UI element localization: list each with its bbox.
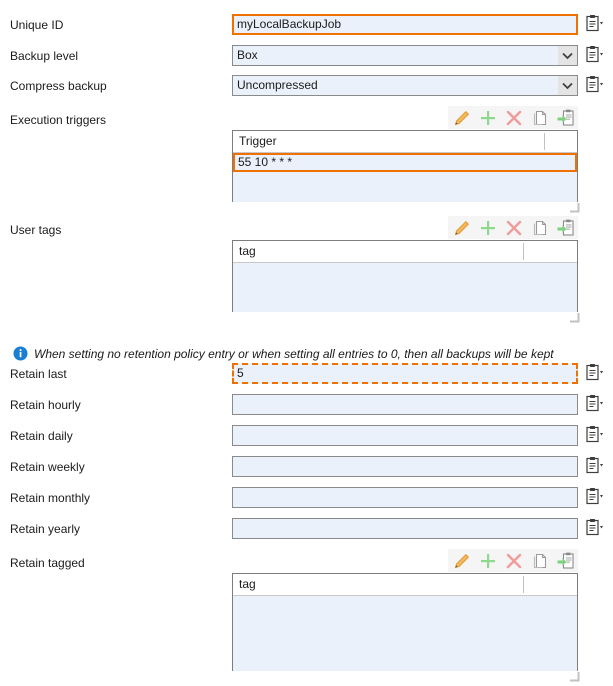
retain-hourly-clipboard-button[interactable] (584, 394, 610, 414)
column-header-tag: tag (239, 244, 256, 258)
compress-backup-value: Uncompressed (237, 78, 318, 92)
cross-icon[interactable] (504, 551, 524, 571)
user-tags-toolbar (448, 216, 578, 239)
plus-icon[interactable] (478, 218, 498, 238)
label-unique-id: Unique ID (10, 18, 64, 32)
label-retain-hourly: Retain hourly (10, 398, 81, 412)
column-header-trigger: Trigger (239, 134, 277, 148)
retain-daily-clipboard-button[interactable] (584, 425, 610, 445)
paste-icon[interactable] (556, 551, 576, 571)
pencil-icon[interactable] (452, 108, 472, 128)
grid-header: tag (233, 241, 577, 263)
retain-weekly-clipboard-button[interactable] (584, 456, 610, 476)
pencil-icon[interactable] (452, 218, 472, 238)
compress-backup-clipboard-button[interactable] (584, 75, 610, 95)
retain-tagged-grid[interactable]: tag (232, 573, 578, 671)
compress-backup-select[interactable]: Uncompressed (232, 75, 578, 96)
retain-monthly-clipboard-button[interactable] (584, 487, 610, 507)
grid-header: Trigger (233, 131, 577, 153)
label-retain-last: Retain last (10, 367, 67, 381)
table-row[interactable]: 55 10 * * * (233, 153, 577, 172)
copy-icon[interactable] (530, 108, 550, 128)
paste-icon[interactable] (556, 218, 576, 238)
label-execution-triggers: Execution triggers (10, 113, 107, 127)
execution-triggers-grid[interactable]: Trigger 55 10 * * * (232, 130, 578, 202)
pencil-icon[interactable] (452, 551, 472, 571)
info-icon (13, 346, 28, 364)
chevron-down-icon[interactable] (558, 46, 577, 65)
chevron-down-icon[interactable] (558, 76, 577, 95)
unique-id-input[interactable]: myLocalBackupJob (232, 14, 578, 35)
column-divider[interactable] (544, 133, 545, 150)
copy-icon[interactable] (530, 218, 550, 238)
grid-body (233, 263, 577, 312)
label-retain-daily: Retain daily (10, 429, 73, 443)
column-divider[interactable] (523, 576, 524, 593)
copy-icon[interactable] (530, 551, 550, 571)
retain-hourly-input[interactable] (232, 394, 578, 415)
resize-grip[interactable] (569, 671, 581, 683)
retain-weekly-input[interactable] (232, 456, 578, 477)
resize-grip[interactable] (569, 202, 581, 214)
backup-level-clipboard-button[interactable] (584, 45, 610, 65)
plus-icon[interactable] (478, 108, 498, 128)
backup-level-select[interactable]: Box (232, 45, 578, 66)
unique-id-clipboard-button[interactable] (584, 14, 610, 34)
plus-icon[interactable] (478, 551, 498, 571)
column-divider[interactable] (523, 243, 524, 260)
grid-body: 55 10 * * * (233, 153, 577, 202)
retain-monthly-input[interactable] (232, 487, 578, 508)
label-retain-yearly: Retain yearly (10, 522, 81, 536)
label-retain-tagged: Retain tagged (10, 556, 85, 570)
retain-yearly-input[interactable] (232, 518, 578, 539)
cross-icon[interactable] (504, 108, 524, 128)
label-retain-monthly: Retain monthly (10, 491, 91, 505)
retain-tagged-toolbar (448, 549, 578, 572)
retention-info-text: When setting no retention policy entry o… (34, 347, 554, 361)
cross-icon[interactable] (504, 218, 524, 238)
resize-grip[interactable] (569, 312, 581, 324)
user-tags-grid[interactable]: tag (232, 240, 578, 312)
backup-job-settings-form: Unique ID myLocalBackupJob Backup level … (0, 0, 613, 682)
backup-level-value: Box (237, 48, 258, 62)
label-compress-backup: Compress backup (10, 79, 107, 93)
retain-last-input[interactable]: 5 (232, 363, 578, 384)
label-backup-level: Backup level (10, 49, 79, 63)
grid-body (233, 596, 577, 671)
label-user-tags: User tags (10, 223, 62, 237)
retain-daily-input[interactable] (232, 425, 578, 446)
label-retain-weekly: Retain weekly (10, 460, 85, 474)
retain-last-clipboard-button[interactable] (584, 363, 610, 383)
retain-yearly-clipboard-button[interactable] (584, 518, 610, 538)
column-header-tag: tag (239, 577, 256, 591)
execution-triggers-toolbar (448, 106, 578, 129)
paste-icon[interactable] (556, 108, 576, 128)
grid-header: tag (233, 574, 577, 596)
